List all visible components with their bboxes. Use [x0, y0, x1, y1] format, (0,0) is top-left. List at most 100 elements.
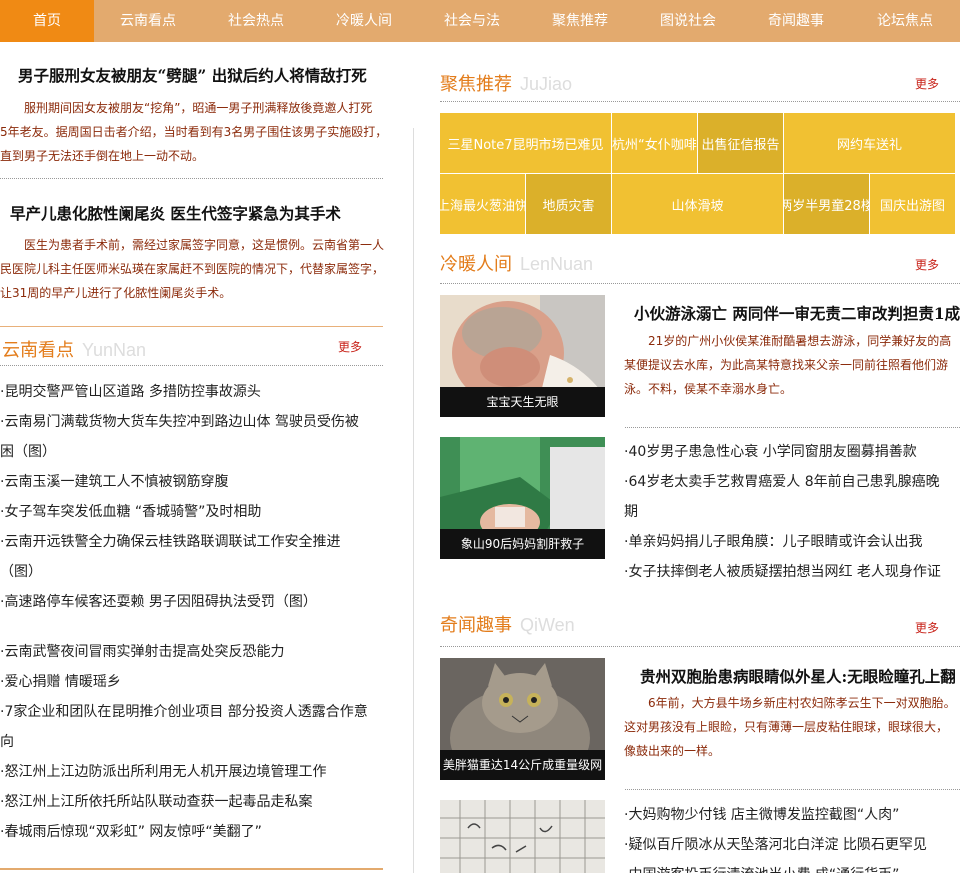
focus-tile[interactable]: 山体滑坡 — [612, 174, 783, 234]
summary-line: 这对男孩没有上眼睑，只有薄薄一层皮粘住眼球，眼球很大， — [624, 720, 949, 734]
list-item[interactable]: ·云南开远铁警全力确保云桂铁路联调联试工作安全推进 — [0, 527, 395, 557]
story2-headline[interactable]: 早产儿患化脓性阑尾炎 医生代签字紧急为其手术 — [10, 202, 341, 224]
yunnan-more-link[interactable]: 更多 — [338, 338, 362, 355]
focus-tile[interactable]: 杭州“女仆咖啡 — [612, 113, 697, 173]
list-item[interactable]: ·40岁男子患急性心衰 小学同窗朋友圈募捐善款 — [624, 437, 960, 467]
photo-caption: 宝宝天生无眼 — [440, 387, 605, 417]
nav-forum[interactable]: 论坛焦点 — [850, 0, 960, 42]
baby-photo[interactable]: 宝宝天生无眼 — [440, 295, 605, 417]
nav-home[interactable]: 首页 — [0, 0, 94, 42]
story2-summary: 医生为患者手术前，需经过家属签字同意，这是惯例。云南省第一人 民医院儿科主任医师… — [0, 233, 395, 305]
summary-line: 某便提议去水库，为此高某特意找来父亲一同前往照看他们游 — [624, 358, 949, 372]
focus-tile[interactable]: 两岁半男童28楼 — [784, 174, 869, 234]
nav-oddities[interactable]: 奇闻趣事 — [742, 0, 850, 42]
mother-photo[interactable]: 象山90后妈妈割肝救子 — [440, 437, 605, 559]
yunnan-section-title: 云南看点 YunNan — [2, 336, 146, 362]
divider — [440, 101, 960, 102]
story1-line: 服刑期间因女友被朋友“挖角”，昭通一男子刑满释放後竟邀人打死 — [24, 101, 373, 115]
list-item[interactable]: ·64岁老太卖手艺救胃癌爱人 8年前自己患乳腺癌晚 — [624, 467, 960, 497]
list-item[interactable]: 向 — [0, 727, 395, 757]
divider — [625, 789, 960, 790]
section-title-text: 聚焦推荐 — [440, 74, 512, 95]
list-item[interactable]: ·女子扶摔倒老人被质疑摆拍想当网红 老人现身作证 — [624, 557, 960, 587]
section-pinyin: JuJiao — [520, 74, 573, 94]
jujiao-more-link[interactable]: 更多 — [915, 75, 939, 92]
list-item[interactable]: ·云南玉溪一建筑工人不慎被钢筋穿腹 — [0, 467, 395, 497]
list-item[interactable]: ·疑似百斤陨冰从天坠落河北白洋淀 比陨石更罕见 — [624, 830, 960, 860]
section-pinyin: LenNuan — [520, 254, 594, 274]
summary-line: 6年前，大方县牛场乡新庄村农妇陈孝云生下一对双胞胎。 — [648, 696, 956, 710]
list-item[interactable]: ·7家企业和团队在昆明推介创业项目 部分投资人透露合作意 — [0, 697, 395, 727]
summary-line: 泳。不料，侯某不幸溺水身亡。 — [624, 382, 793, 396]
list-item[interactable]: 困（图） — [0, 437, 395, 467]
divider — [0, 868, 383, 870]
focus-tile[interactable]: 网约车送礼 — [784, 113, 955, 173]
photo-caption: 象山90后妈妈割肝救子 — [440, 529, 605, 559]
summary-line: 21岁的广州小伙侯某淮耐酷暑想去游泳，同学兼好友的高 — [648, 334, 952, 348]
qiwen-headline[interactable]: 贵州双胞胎患病眼睛似外星人:无眼睑瞳孔上翻 — [640, 665, 956, 687]
story2-line: 医生为患者手术前，需经过家属签字同意，这是惯例。云南省第一人 — [24, 238, 385, 252]
summary-line: 像鼓出来的一样。 — [624, 744, 721, 758]
list-item[interactable]: ·中国游客投币行清流池当小费 成“通行货币” — [624, 860, 960, 873]
list-item[interactable]: ·云南武警夜间冒雨实弹射击提高处突反恐能力 — [0, 637, 395, 667]
section-pinyin: QiWen — [520, 615, 575, 635]
list-item[interactable]: ·女子驾车突发低血糖 “香城骑警”及时相助 — [0, 497, 395, 527]
list-item[interactable]: ·爱心捐赠 情暖瑶乡 — [0, 667, 395, 697]
story2-line: 民医院儿科主任医师米弘瑛在家属赶不到医院的情况下，代替家属签字， — [0, 262, 385, 276]
section-title-text: 奇闻趣事 — [440, 615, 512, 636]
section-title-text: 冷暖人间 — [440, 254, 512, 275]
jujiao-section-title: 聚焦推荐 JuJiao — [440, 70, 572, 96]
section-pinyin: YunNan — [82, 340, 147, 360]
list-item[interactable]: ·怒江州上江边防派出所利用无人机开展边境管理工作 — [0, 757, 395, 787]
list-item[interactable]: ·单亲妈妈捐儿子眼角膜：儿子眼睛或许会认出我 — [624, 527, 960, 557]
focus-tile[interactable]: 国庆出游图 — [870, 174, 955, 234]
story1-line: 直到男子无法还手倒在地上一动不动。 — [0, 149, 205, 163]
handwriting-image — [440, 800, 605, 873]
focus-tile[interactable]: 上海最火葱油饼 — [440, 174, 525, 234]
nav-yunnan[interactable]: 云南看点 — [94, 0, 202, 42]
photo-caption: 美胖猫重达14公斤成重量级网 — [440, 750, 605, 780]
qiwen-summary: 6年前，大方县牛场乡新庄村农妇陈孝云生下一对双胞胎。 这对男孩没有上眼睑，只有薄… — [624, 691, 960, 763]
focus-tile[interactable]: 三星Note7昆明市场已难见 — [440, 113, 611, 173]
nav-focus[interactable]: 聚焦推荐 — [526, 0, 634, 42]
lengnuan-more-link[interactable]: 更多 — [915, 256, 939, 273]
focus-tile[interactable]: 出售征信报告 — [698, 113, 783, 173]
lengnuan-section-title: 冷暖人间 LenNuan — [440, 250, 593, 276]
story2-line: 让31周的早产儿进行了化脓性阑尾炎手术。 — [0, 286, 232, 300]
story1-summary: 服刑期间因女友被朋友“挖角”，昭通一男子刑满释放後竟邀人打死 5年老友。据周国日… — [0, 96, 395, 168]
story1-headline[interactable]: 男子服刑女友被朋友“劈腿” 出狱后约人将情敌打死 — [18, 64, 367, 86]
list-item[interactable]: ·云南易门满载货物大货车失控冲到路边山体 驾驶员受伤被 — [0, 407, 395, 437]
divider — [0, 178, 383, 179]
section-title-text: 云南看点 — [2, 340, 74, 361]
nav-lengnuan[interactable]: 冷暖人间 — [310, 0, 418, 42]
qiwen-section-title: 奇闻趣事 QiWen — [440, 611, 575, 637]
nav-social-hot[interactable]: 社会热点 — [202, 0, 310, 42]
list-item[interactable]: ·昆明交警严管山区道路 多措防控事故源头 — [0, 377, 395, 407]
qiwen-news-list: ·大妈购物少付钱 店主微博发监控截图“人肉” ·疑似百斤陨冰从天坠落河北白洋淀 … — [624, 800, 960, 873]
yunnan-news-list: ·昆明交警严管山区道路 多措防控事故源头 ·云南易门满载货物大货车失控冲到路边山… — [0, 377, 395, 847]
list-item[interactable]: 期 — [624, 497, 960, 527]
column-divider — [413, 128, 414, 873]
list-item[interactable]: ·怒江州上江所依托所站队联动查获一起毒品走私案 — [0, 787, 395, 817]
list-item[interactable]: ·春城雨后惊现“双彩虹” 网友惊呼“美翻了” — [0, 817, 395, 847]
qiwen-more-link[interactable]: 更多 — [915, 619, 939, 636]
document-photo[interactable] — [440, 800, 605, 873]
divider — [625, 427, 960, 428]
cat-photo[interactable]: 美胖猫重达14公斤成重量级网 — [440, 658, 605, 780]
list-item[interactable]: ·高速路停车候客还耍赖 男子因阻碍执法受罚（图） — [0, 587, 395, 617]
nav-law[interactable]: 社会与法 — [418, 0, 526, 42]
divider — [440, 283, 960, 284]
story1-line: 5年老友。据周国日击者介绍，当时看到有3名男子围住该男子实施殴打， — [0, 125, 388, 139]
divider — [0, 326, 383, 327]
focus-tile[interactable]: 地质灾害 — [526, 174, 611, 234]
divider — [440, 646, 960, 647]
lengnuan-headline[interactable]: 小伙游泳溺亡 两同伴一审无责二审改判担责1成 — [634, 302, 960, 324]
nav-picture[interactable]: 图说社会 — [634, 0, 742, 42]
focus-mosaic: 三星Note7昆明市场已难见 杭州“女仆咖啡 出售征信报告 网约车送礼 上海最火… — [440, 113, 955, 234]
lengnuan-summary: 21岁的广州小伙侯某淮耐酷暑想去游泳，同学兼好友的高 某便提议去水库，为此高某特… — [624, 329, 960, 401]
top-nav: 首页 云南看点 社会热点 冷暖人间 社会与法 聚焦推荐 图说社会 奇闻趣事 论坛… — [0, 0, 960, 42]
list-item[interactable]: （图） — [0, 557, 395, 587]
lengnuan-news-list: ·40岁男子患急性心衰 小学同窗朋友圈募捐善款 ·64岁老太卖手艺救胃癌爱人 8… — [624, 437, 960, 587]
list-item[interactable]: ·大妈购物少付钱 店主微博发监控截图“人肉” — [624, 800, 960, 830]
